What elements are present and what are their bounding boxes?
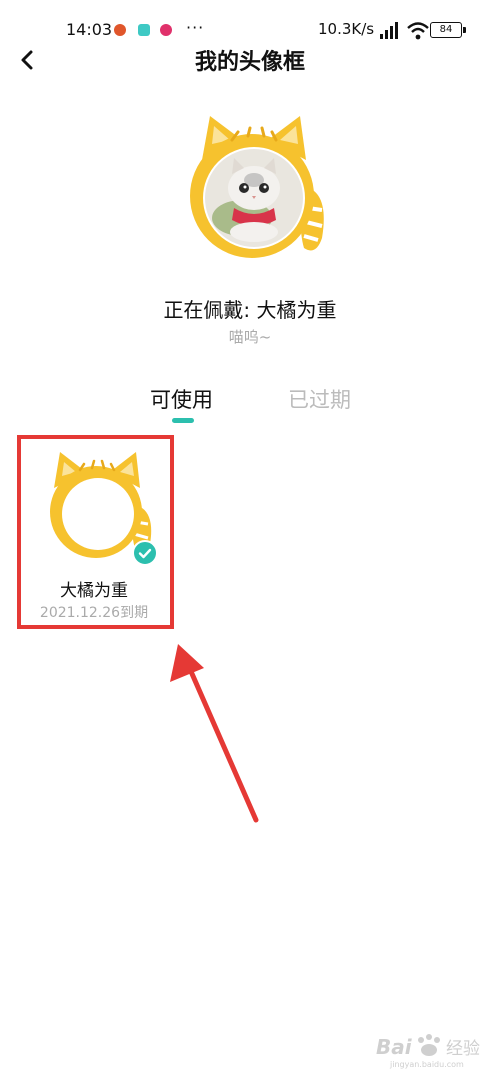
svg-text:Bai: Bai [376, 1035, 413, 1059]
annotation-arrow-icon [170, 644, 259, 823]
wearing-status: 正在佩戴: 大橘为重 [163, 298, 337, 322]
page-title: 我的头像框 [194, 50, 305, 75]
notification-icon [114, 24, 126, 36]
selected-check-icon [132, 540, 158, 566]
user-signature: 喵呜~ [228, 328, 272, 346]
frame-expiry: 2021.12.26到期 [39, 605, 149, 621]
notification-icon [160, 24, 172, 36]
svg-text:jingyan.baidu.com: jingyan.baidu.com [389, 1060, 464, 1069]
baidu-jingyan-watermark: Bai 经验 jingyan.baidu.com [376, 1034, 480, 1069]
tab-available[interactable]: 可使用 [150, 384, 213, 414]
battery-icon: 84 [430, 22, 466, 38]
status-time: 14:03 [66, 20, 113, 39]
wifi-icon [407, 22, 429, 40]
tab-expired[interactable]: 已过期 [288, 384, 351, 414]
header: 我的头像框 [0, 38, 500, 84]
paw-icon [418, 1034, 440, 1056]
signal-icon [380, 22, 398, 39]
frame-name: 大橘为重 [60, 581, 128, 601]
active-tab-indicator [172, 418, 194, 423]
frame-item[interactable]: 大橘为重 2021.12.26到期 [24, 442, 164, 622]
notification-icon [138, 24, 150, 36]
current-avatar-preview [190, 116, 324, 258]
network-speed: 10.3K/s [318, 20, 375, 38]
svg-text:经验: 经验 [446, 1039, 480, 1059]
more-notifications-icon: ··· [186, 18, 205, 37]
